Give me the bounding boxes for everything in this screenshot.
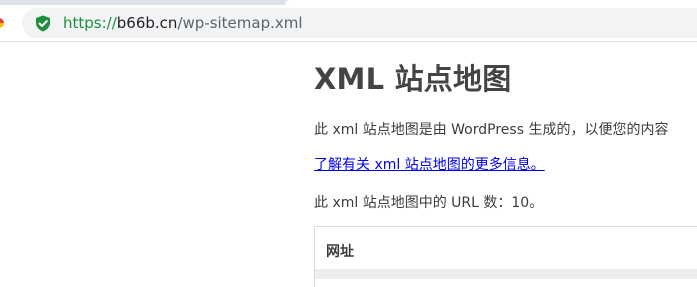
url-scheme: https:// bbox=[63, 14, 117, 32]
browser-toolbar: https://b66b.cn/wp-sitemap.xml bbox=[0, 5, 697, 42]
address-bar[interactable]: https://b66b.cn/wp-sitemap.xml bbox=[22, 8, 697, 38]
url-host: b66b.cn bbox=[116, 14, 178, 32]
sitemap-table: 网址 bbox=[314, 226, 697, 287]
page-content: XML 站点地图 此 xml 站点地图是由 WordPress 生成的，以便您的… bbox=[314, 42, 697, 287]
browser-menu-icon[interactable] bbox=[0, 18, 4, 28]
url-count-text: 此 xml 站点地图中的 URL 数：10。 bbox=[314, 195, 544, 211]
shield-check-icon[interactable] bbox=[35, 15, 51, 32]
page-title: XML 站点地图 bbox=[314, 62, 512, 96]
learn-more-link[interactable]: 了解有关 xml 站点地图的更多信息。 bbox=[314, 154, 545, 174]
url-text[interactable]: https://b66b.cn/wp-sitemap.xml bbox=[63, 14, 303, 32]
table-header-url: 网址 bbox=[326, 244, 354, 260]
url-path: /wp-sitemap.xml bbox=[177, 14, 303, 32]
table-row[interactable] bbox=[315, 269, 697, 279]
sitemap-description: 此 xml 站点地图是由 WordPress 生成的，以便您的内容 bbox=[314, 122, 669, 138]
